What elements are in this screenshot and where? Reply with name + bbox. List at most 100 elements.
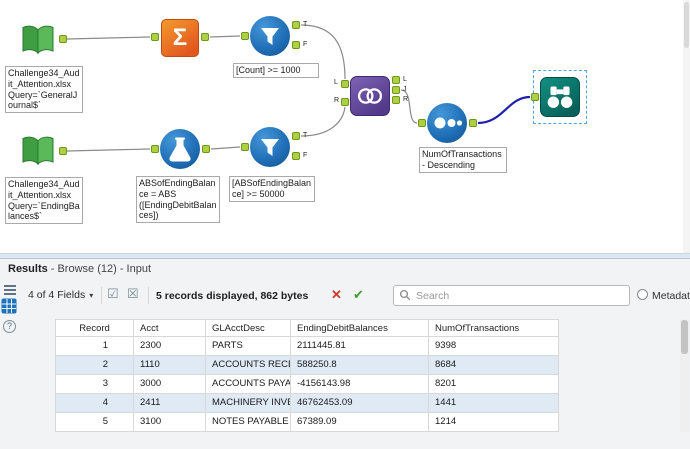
filter-tool-abs[interactable]	[250, 127, 290, 167]
annotation-input1[interactable]: Challenge34_Audit_Attention.xlsx Query=`…	[5, 66, 83, 114]
sort-tool[interactable]	[427, 103, 467, 143]
filter1-true-anchor[interactable]	[292, 21, 300, 29]
record-number-cell[interactable]: 5	[56, 413, 134, 432]
annotation-sort[interactable]: NumOfTransactions - Descending	[419, 147, 507, 173]
table-row: 42411MACHINERY INVENTORY46762453.091441	[56, 394, 559, 413]
apply-check-icon[interactable]: ✔	[353, 287, 364, 303]
results-title-label: Results	[8, 263, 48, 275]
record-number-cell[interactable]: 1	[56, 337, 134, 356]
canvas-vertical-scrollbar[interactable]	[683, 0, 690, 253]
column-header-numoftransactions[interactable]: NumOfTransactions	[429, 319, 559, 337]
scrollbar-thumb[interactable]	[681, 320, 688, 354]
toolbar-separator	[148, 287, 149, 304]
column-header-record[interactable]: Record	[56, 319, 134, 337]
summarize-input-anchor[interactable]	[151, 33, 159, 41]
filter1-input-anchor[interactable]	[241, 32, 249, 40]
filter2-false-anchor[interactable]	[292, 152, 300, 160]
table-cell[interactable]: 2111445.81	[291, 337, 429, 356]
filter1-false-anchor[interactable]	[292, 41, 300, 49]
results-vertical-scrollbar[interactable]	[680, 319, 689, 432]
wire-input2-to-formula[interactable]	[66, 148, 151, 152]
column-header-glacctdesc[interactable]: GLAcctDesc	[206, 319, 291, 337]
table-cell[interactable]: ACCOUNTS RECEIVABLE	[206, 356, 291, 375]
table-cell[interactable]: 9398	[429, 337, 559, 356]
wire-summarize-to-filter1[interactable]	[209, 35, 241, 38]
table-row: 5 3100 NOTES PAYABLE 67389.09 1214	[56, 413, 559, 432]
column-header-acct[interactable]: Acct	[134, 319, 206, 337]
summarize-output-anchor[interactable]	[201, 33, 209, 41]
wire-input1-to-summarize[interactable]	[66, 36, 151, 40]
annotation-formula[interactable]: ABSofEndingBalance = ABS ([EndingDebitBa…	[136, 176, 220, 224]
table-cell[interactable]: 8684	[429, 356, 559, 375]
table-cell[interactable]: 46762453.09	[291, 394, 429, 413]
annotation-filter2[interactable]: [ABSofEndingBalance] >= 50000	[229, 176, 315, 202]
record-number-cell[interactable]: 4	[56, 394, 134, 413]
table-cell[interactable]: ACCOUNTS PAYABLE	[206, 375, 291, 394]
table-cell[interactable]: 3000	[134, 375, 206, 394]
clear-icon[interactable]: ✕	[331, 287, 342, 303]
sort-input-anchor[interactable]	[418, 119, 426, 127]
connection-wires	[66, 24, 531, 152]
annotation-filter1[interactable]: [Count] >= 1000	[233, 63, 319, 78]
browse-input-anchor[interactable]	[531, 93, 539, 101]
table-cell[interactable]: 588250.8	[291, 356, 429, 375]
wire-formula-to-filter2[interactable]	[210, 146, 241, 150]
table-cell[interactable]: 1214	[429, 413, 559, 432]
table-cell[interactable]: 67389.09	[291, 413, 429, 432]
input1-output-anchor[interactable]	[59, 35, 67, 43]
table-cell[interactable]: 2300	[134, 337, 206, 356]
join-right-output-anchor[interactable]	[392, 96, 400, 104]
formula-output-anchor[interactable]	[202, 145, 210, 153]
binoculars-icon	[547, 86, 573, 108]
filter-tool-count[interactable]	[250, 16, 290, 56]
metadata-radio[interactable]	[637, 289, 648, 300]
table-cell[interactable]: 3100	[134, 413, 206, 432]
record-number-cell[interactable]: 3	[56, 375, 134, 394]
table-cell[interactable]: 2411	[134, 394, 206, 413]
table-cell[interactable]: 8201	[429, 375, 559, 394]
filter2-true-anchor[interactable]	[292, 132, 300, 140]
wire-sort-to-browse-selected[interactable]	[477, 95, 531, 125]
browse-tool[interactable]	[540, 77, 580, 117]
scrollbar-thumb[interactable]	[684, 2, 689, 48]
summarize-tool[interactable]: Σ	[161, 19, 199, 57]
deselect-cells-icon[interactable]: ☒	[127, 286, 139, 302]
join-left-output-anchor[interactable]	[392, 76, 400, 84]
anchor-label-left: L	[403, 76, 407, 83]
chevron-down-icon: ▾	[89, 291, 94, 300]
fields-dropdown[interactable]: 4 of 4 Fields ▾	[28, 289, 93, 301]
help-icon[interactable]: ?	[3, 320, 16, 333]
join-right-input-anchor[interactable]	[341, 98, 349, 106]
column-header-endingdebitbalances[interactable]: EndingDebitBalances	[291, 319, 429, 337]
table-cell[interactable]: MACHINERY INVENTORY	[206, 394, 291, 413]
table-cell[interactable]: PARTS	[206, 337, 291, 356]
anchor-label-false: F	[303, 41, 308, 48]
table-cell[interactable]: 1110	[134, 356, 206, 375]
input-data-tool-generaljournal[interactable]	[18, 20, 58, 60]
annotation-input2[interactable]: Challenge34_Audit_Attention.xlsx Query=`…	[5, 177, 83, 225]
table-cell[interactable]: NOTES PAYABLE	[206, 413, 291, 432]
filter2-input-anchor[interactable]	[241, 143, 249, 151]
join-tool[interactable]	[350, 76, 390, 116]
record-number-cell[interactable]: 2	[56, 356, 134, 375]
input2-output-anchor[interactable]	[59, 147, 67, 155]
wire-filter2-true-to-join-right[interactable]	[300, 106, 346, 137]
search-input[interactable]	[393, 285, 630, 306]
anchor-label-right: R	[334, 97, 340, 104]
formula-input-anchor[interactable]	[151, 145, 159, 153]
table-cell[interactable]: -4156143.98	[291, 375, 429, 394]
sort-output-anchor[interactable]	[469, 119, 477, 127]
search-box	[393, 285, 630, 306]
workflow-canvas[interactable]: Σ T F T F L R L J R Challenge34_Audit_At…	[0, 0, 690, 253]
input-data-tool-endingbalances[interactable]	[18, 131, 58, 171]
anchor-label-right: R	[403, 96, 409, 103]
table-cell[interactable]: 1441	[429, 394, 559, 413]
results-table: Record Acct GLAcctDesc EndingDebitBalances N…	[55, 319, 559, 432]
select-cells-icon[interactable]: ☑	[107, 286, 119, 302]
table-row: 1 2300 PARTS 2111445.81 9398	[56, 337, 559, 356]
join-left-input-anchor[interactable]	[341, 80, 349, 88]
wire-join-to-sort[interactable]	[400, 89, 418, 124]
join-join-output-anchor[interactable]	[392, 86, 400, 94]
formula-tool[interactable]	[160, 129, 200, 169]
results-toolbar: 4 of 4 Fields ▾ ☑ ☒ 5 records displayed, …	[0, 281, 690, 311]
